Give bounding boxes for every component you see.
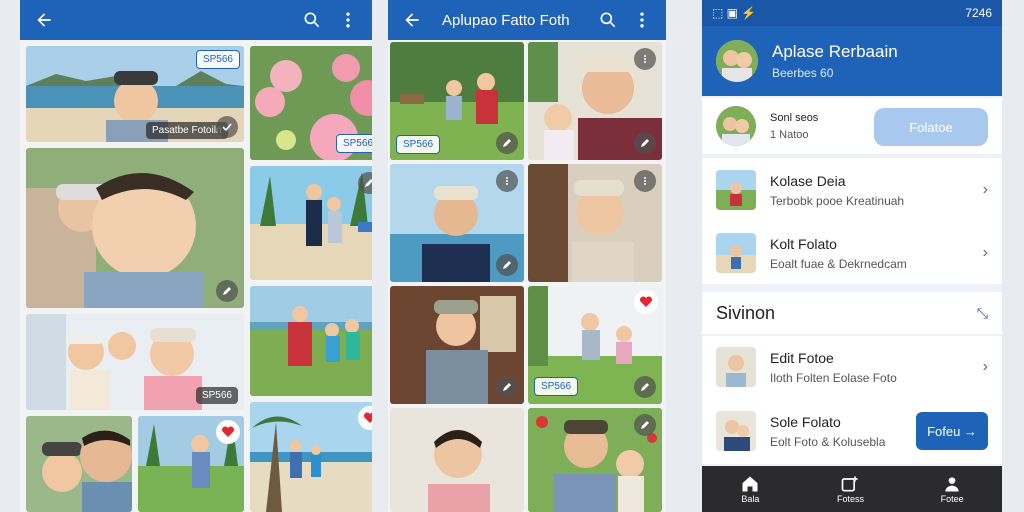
edit-icon[interactable] bbox=[216, 280, 238, 302]
photo-tile[interactable]: SP566 bbox=[26, 314, 244, 410]
photo-tile[interactable] bbox=[250, 166, 372, 280]
profile-header: Aplase Rerbaain Beerbes 60 bbox=[702, 26, 1002, 96]
tile-badge: SP566 bbox=[396, 135, 441, 154]
person-icon bbox=[945, 477, 959, 492]
photo-tile[interactable] bbox=[26, 416, 132, 512]
photo-tile[interactable] bbox=[528, 408, 662, 512]
more-icon[interactable] bbox=[634, 48, 656, 70]
tile-badge: SP566 bbox=[534, 377, 579, 396]
nav-profile[interactable]: Fotee bbox=[941, 474, 964, 504]
profile-subtitle: Beerbes 60 bbox=[772, 66, 834, 80]
menu-screen-right: ⬚ ▣ ⚡ 7246 Aplase Rerbaain Beerbes 60 So… bbox=[702, 0, 1002, 512]
section-header: Sivinon ⤡ bbox=[702, 292, 1002, 334]
app-bar: Aplupao Fatto Foth bbox=[388, 0, 666, 40]
check-icon[interactable] bbox=[216, 116, 238, 138]
photo-add-icon bbox=[842, 476, 858, 492]
tile-badge: SP566 bbox=[335, 134, 372, 153]
chevron-right-icon: › bbox=[982, 181, 988, 198]
share-button[interactable]: Fofeu → bbox=[916, 412, 988, 450]
more-icon[interactable] bbox=[496, 170, 518, 192]
tile-badge: SP566 bbox=[195, 50, 240, 69]
edit-icon[interactable] bbox=[496, 376, 518, 398]
row-title: Kolase Deia bbox=[770, 172, 846, 189]
photo-grid: SP566 Pasatbe Fotoiln SP566 SP566 bbox=[20, 40, 372, 512]
photo-tile[interactable]: SP566 bbox=[250, 46, 372, 160]
photo-tile[interactable] bbox=[138, 416, 244, 512]
photo-tile[interactable]: SP566 bbox=[390, 42, 524, 160]
gallery-screen-left: SP566 Pasatbe Fotoiln SP566 SP566 bbox=[20, 0, 372, 512]
section-title: Sivinon bbox=[716, 302, 776, 323]
tile-badge: SP566 bbox=[195, 387, 238, 404]
photo-tile[interactable] bbox=[390, 286, 524, 404]
status-icons: ⬚ ▣ ⚡ bbox=[712, 6, 757, 20]
bottom-nav: Bala Fotess Fotee bbox=[702, 466, 1002, 512]
nav-label: Bala bbox=[741, 494, 760, 504]
album-action-button[interactable]: Folatoe bbox=[874, 108, 988, 146]
edit-icon[interactable] bbox=[496, 132, 518, 154]
nav-home[interactable]: Bala bbox=[740, 474, 760, 504]
collapse-icon[interactable]: ⤡ bbox=[977, 305, 988, 322]
search-icon[interactable] bbox=[300, 8, 324, 32]
row-subtitle: Eoalt fuae & Dekrnedcam bbox=[770, 256, 907, 271]
profile-title: Aplase Rerbaain bbox=[772, 42, 898, 61]
photo-tile[interactable] bbox=[528, 164, 662, 282]
photo-grid: SP566 SP566 bbox=[388, 40, 666, 512]
nav-label: Fotee bbox=[940, 494, 964, 504]
more-vert-icon[interactable] bbox=[336, 8, 360, 32]
nav-photos[interactable]: Fotess bbox=[837, 474, 864, 504]
edit-icon[interactable] bbox=[634, 132, 656, 154]
menu-row-edit[interactable]: Edit Fotoe Iloth Folten Eolase Foto › bbox=[702, 336, 1002, 398]
heart-icon[interactable] bbox=[216, 420, 240, 444]
home-icon bbox=[742, 476, 758, 492]
menu-row-photo[interactable]: Kolt Folato Eoalt fuae & Dekrnedcam › bbox=[702, 222, 1002, 284]
photo-tile[interactable] bbox=[250, 286, 372, 396]
photo-tile[interactable] bbox=[250, 402, 372, 512]
photo-tile[interactable] bbox=[390, 408, 524, 512]
row-thumb bbox=[716, 347, 756, 387]
heart-icon[interactable] bbox=[634, 290, 658, 314]
album-thumb bbox=[716, 106, 756, 146]
more-vert-icon[interactable] bbox=[630, 8, 654, 32]
more-icon[interactable] bbox=[634, 170, 656, 192]
photo-tile[interactable]: SP566 Pasatbe Fotoiln bbox=[26, 46, 244, 142]
photo-tile[interactable] bbox=[390, 164, 524, 282]
row-title: Edit Fotoe bbox=[770, 349, 834, 366]
row-subtitle: Iloth Folten Eolase Foto bbox=[770, 370, 897, 385]
chevron-right-icon: › bbox=[982, 358, 988, 375]
edit-icon[interactable] bbox=[634, 414, 656, 436]
app-bar bbox=[20, 0, 372, 40]
row-thumb bbox=[716, 233, 756, 273]
menu-row-collage[interactable]: Kolase Deia Terbobk pooe Kreatinuah › bbox=[702, 158, 1002, 222]
row-title: Kolt Folato bbox=[770, 235, 837, 252]
edit-icon[interactable] bbox=[634, 376, 656, 398]
photo-tile[interactable] bbox=[528, 42, 662, 160]
app-title: Aplupao Fatto Foth bbox=[442, 11, 570, 29]
chevron-right-icon: › bbox=[982, 244, 988, 261]
back-arrow-icon[interactable] bbox=[400, 8, 424, 32]
back-arrow-icon[interactable] bbox=[32, 8, 56, 32]
gallery-screen-middle: Aplupao Fatto Foth SP566 SP566 bbox=[388, 0, 666, 512]
photo-tile[interactable] bbox=[26, 148, 244, 308]
avatar[interactable] bbox=[716, 40, 758, 82]
photo-tile[interactable]: SP566 bbox=[528, 286, 662, 404]
status-bar: ⬚ ▣ ⚡ 7246 bbox=[702, 0, 1002, 26]
row-subtitle: Terbobk pooe Kreatinuah bbox=[770, 193, 905, 208]
row-thumb bbox=[716, 411, 756, 451]
status-time: 7246 bbox=[965, 6, 992, 20]
search-icon[interactable] bbox=[596, 8, 620, 32]
row-thumb bbox=[716, 170, 756, 210]
nav-label: Fotess bbox=[836, 494, 864, 504]
edit-icon[interactable] bbox=[496, 254, 518, 276]
